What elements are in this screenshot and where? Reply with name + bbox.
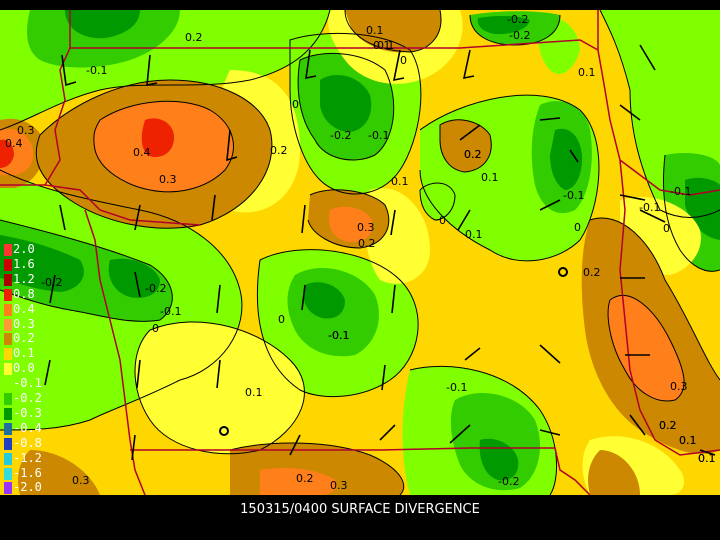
legend-swatch [4, 437, 12, 450]
legend-label: 0.0 [13, 361, 35, 376]
legend-label: 0.3 [13, 316, 35, 331]
contour-label: 0.2 [583, 266, 601, 279]
legend-entry: 1.2 [4, 271, 52, 286]
surface-divergence-map: -0.2 0.2 0.1 -0.2 -0.1 0 -0.1 0.1 0.1 0.… [0, 10, 720, 495]
legend-entry: -2.0 [4, 480, 52, 495]
legend-swatch [4, 363, 12, 376]
contour-label: -0.2 [509, 29, 530, 42]
contour-label: 0.3 [357, 221, 375, 234]
legend-label: 1.2 [13, 271, 35, 286]
legend-label: 0.4 [13, 301, 35, 316]
contour-label: -0.1 [368, 129, 389, 142]
legend-label: -0.8 [13, 435, 42, 450]
legend-label: 1.6 [13, 256, 35, 271]
legend-swatch [4, 303, 12, 316]
contour-label: -0.1 [86, 64, 107, 77]
contour-label: 0.4 [133, 146, 151, 159]
legend-label: -0.3 [13, 405, 42, 420]
contour-label: 0.3 [330, 479, 348, 492]
legend-entry: -1.6 [4, 465, 52, 480]
legend-label: 0.1 [13, 346, 35, 361]
contour-label: 0.2 [659, 419, 677, 432]
legend-entry: -1.2 [4, 450, 52, 465]
contour-label: -0.1 [670, 185, 691, 198]
contour-label: -0.1 [160, 305, 181, 318]
contour-label: 0.2 [358, 237, 376, 250]
legend-label: -1.6 [13, 465, 42, 480]
contour-label: 0 [663, 222, 670, 235]
contour-label: -0.2 [330, 129, 351, 142]
contour-label: -0.1 [446, 381, 467, 394]
legend-swatch [4, 348, 12, 361]
legend-entry: -0.8 [4, 435, 52, 450]
legend-swatch [4, 244, 12, 256]
contour-label: 0.1 [391, 175, 409, 188]
contour-label: 0.1 [679, 434, 697, 447]
contour-label: -0.2 [498, 475, 519, 488]
legend-label: -2.0 [13, 480, 42, 495]
legend-entry: -0.3 [4, 405, 52, 420]
legend-swatch [4, 393, 12, 405]
contour-label: 0.3 [72, 474, 90, 487]
contour-label: 0.1 [245, 386, 263, 399]
legend-entry: 2.0 [4, 242, 52, 256]
contour-label: -0.2 [145, 282, 166, 295]
contour-label: 0 [278, 313, 285, 326]
legend-label: 0.2 [13, 331, 35, 346]
legend-swatch [4, 482, 12, 495]
legend-entry: 0.3 [4, 316, 52, 331]
contour-label: 0.2 [464, 148, 482, 161]
legend-swatch [4, 422, 12, 435]
contour-label: 0.2 [296, 472, 314, 485]
contour-label: 0 [152, 322, 159, 335]
contour-label: 0.1 [366, 24, 384, 37]
legend-swatch [4, 467, 12, 480]
legend-label: 0.8 [13, 286, 35, 301]
legend-entry: 0.4 [4, 301, 52, 316]
legend-entry: 0.1 [4, 346, 52, 361]
legend-entry: 0.8 [4, 286, 52, 301]
legend-entry: 0.2 [4, 331, 52, 346]
contour-label: 0.3 [17, 124, 35, 137]
contour-label: 0.2 [270, 144, 288, 157]
legend-entry: -0.4 [4, 420, 52, 435]
legend-label: -0.1 [13, 376, 42, 391]
contour-label: 0.1 [373, 39, 391, 52]
legend-swatch [4, 288, 12, 301]
contour-label: -0.2 [507, 13, 528, 26]
legend-label: 2.0 [13, 242, 35, 256]
contour-label: -0.1 [328, 329, 349, 342]
contour-label: 0.1 [465, 228, 483, 241]
legend-label: -0.2 [13, 391, 42, 405]
contour-label: 0 [439, 214, 446, 227]
contour-label: 0.1 [481, 171, 499, 184]
legend-swatch [4, 407, 12, 420]
contour-label: 0.1 [578, 66, 596, 79]
map-caption: 150315/0400 SURFACE DIVERGENCE [240, 502, 480, 517]
legend-entry: 0.0 [4, 361, 52, 376]
contour-label: 0.2 [185, 31, 203, 44]
color-legend: 2.0 1.6 1.2 0.8 0.4 0.3 0.2 0.1 0.0 -0.1 -0.2 -0.3-… [4, 242, 54, 514]
legend-label: -1.2 [13, 450, 42, 465]
contour-label: 0 [574, 221, 581, 234]
legend-entry: 1.6 [4, 256, 52, 271]
contour-label: 0.3 [159, 173, 177, 186]
contour-label: 0.1 [698, 452, 716, 465]
contour-label: -0.1 [639, 201, 660, 214]
legend-swatch [4, 333, 12, 346]
contour-label: 0.3 [670, 380, 688, 393]
legend-swatch [4, 452, 12, 465]
legend-swatch [4, 273, 12, 286]
legend-entry: -0.2 [4, 391, 52, 405]
contour-label: 0 [400, 54, 407, 67]
legend-label: -0.4 [13, 420, 42, 435]
contour-label: 0.4 [5, 137, 23, 150]
legend-swatch [4, 318, 12, 331]
contour-label: -0.1 [563, 189, 584, 202]
legend-swatch [4, 378, 12, 391]
contour-label: 0 [292, 98, 299, 111]
legend-entry: -0.1 [4, 376, 52, 391]
legend-swatch [4, 258, 12, 271]
